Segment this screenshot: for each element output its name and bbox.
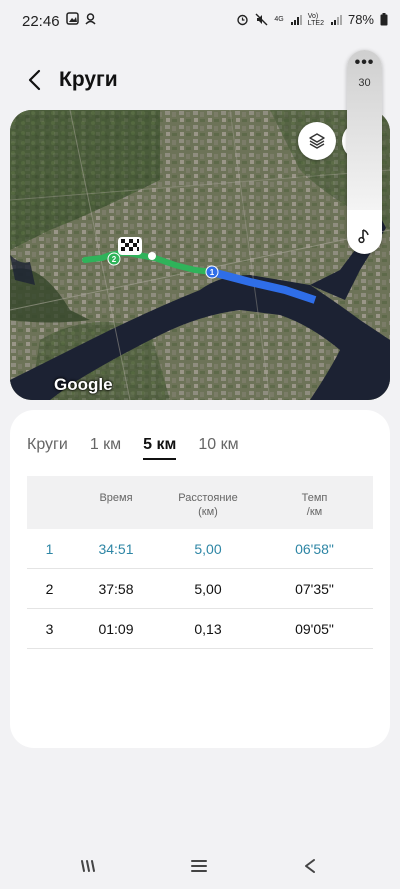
home-icon	[191, 860, 207, 872]
google-logo: Google	[54, 375, 113, 394]
gallery-icon	[66, 12, 79, 25]
lap-pace: 07'35"	[295, 580, 334, 597]
status-bar: 22:46 4G Vo) LTE2 78%	[0, 0, 400, 40]
lap-time: 01:09	[98, 620, 134, 637]
tab-10km[interactable]: 10 км	[198, 436, 238, 460]
lap-number: 1	[45, 540, 54, 557]
network-4g-label: 4G	[274, 16, 284, 23]
page-title: Круги	[59, 68, 118, 91]
laps-table: Время Расстояние (км) Темп /км 1 34:51 5…	[27, 476, 373, 649]
recent-apps-button[interactable]	[73, 853, 103, 879]
volte-label: Vo) LTE2	[307, 12, 324, 27]
music-note-icon[interactable]	[347, 228, 382, 249]
tab-5km[interactable]: 5 км	[143, 436, 177, 460]
lap-marker-1: 1	[210, 268, 215, 277]
signal-icon	[290, 14, 302, 25]
battery-icon	[380, 13, 388, 26]
lap-distance: 0,13	[194, 620, 222, 637]
back-icon	[305, 859, 315, 873]
back-button[interactable]	[295, 853, 325, 879]
notification-icons	[66, 12, 97, 25]
layers-icon	[309, 133, 325, 149]
tab-1km[interactable]: 1 км	[90, 436, 121, 460]
tab-laps[interactable]: Круги	[27, 436, 68, 460]
lap-distance: 5,00	[194, 580, 222, 597]
finish-flag-icon	[118, 237, 142, 255]
mute-icon	[255, 13, 268, 26]
table-row[interactable]: 3 01:09 0,13 09'05"	[27, 609, 373, 649]
lap-time: 34:51	[98, 540, 134, 557]
lap-marker-2: 2	[112, 255, 117, 264]
lap-tabs: Круги 1 км 5 км 10 км	[27, 436, 261, 460]
signal-icon-2	[330, 14, 342, 25]
lap-distance: 5,00	[194, 540, 222, 557]
back-arrow-icon[interactable]	[24, 68, 48, 92]
app-notification-icon	[85, 13, 96, 25]
table-row[interactable]: 2 37:58 5,00 07'35"	[27, 569, 373, 609]
system-nav-bar	[0, 845, 400, 889]
home-button[interactable]	[184, 853, 214, 879]
table-row[interactable]: 1 34:51 5,00 06'58"	[27, 529, 373, 569]
laps-card: Круги 1 км 5 км 10 км Время Расстояние (…	[10, 410, 390, 748]
battery-percent: 78%	[347, 12, 374, 27]
table-header: Время Расстояние (км) Темп /км	[27, 476, 373, 529]
floating-side-panel[interactable]: ••• 30	[347, 50, 382, 254]
map-layers-button[interactable]	[298, 122, 336, 160]
header-pace: Темп /км	[301, 492, 328, 518]
status-time: 22:46	[22, 13, 60, 30]
lap-number: 2	[45, 580, 54, 597]
route-map[interactable]: 2 1	[10, 110, 390, 400]
header-time: Время	[99, 492, 133, 504]
header-number	[27, 476, 72, 529]
side-panel-value: 30	[358, 77, 371, 89]
lap-pace: 09'05"	[295, 620, 334, 637]
lap-pace: 06'58"	[295, 540, 334, 557]
header-distance: Расстояние (км)	[178, 492, 238, 518]
recent-apps-icon	[81, 860, 95, 872]
lap-number: 3	[45, 620, 54, 637]
lap-time: 37:58	[98, 580, 134, 597]
more-options-icon[interactable]: •••	[347, 55, 382, 71]
page-header: Круги	[0, 60, 400, 100]
map-satellite-image: 2 1	[10, 110, 390, 400]
alarm-icon	[237, 14, 249, 26]
